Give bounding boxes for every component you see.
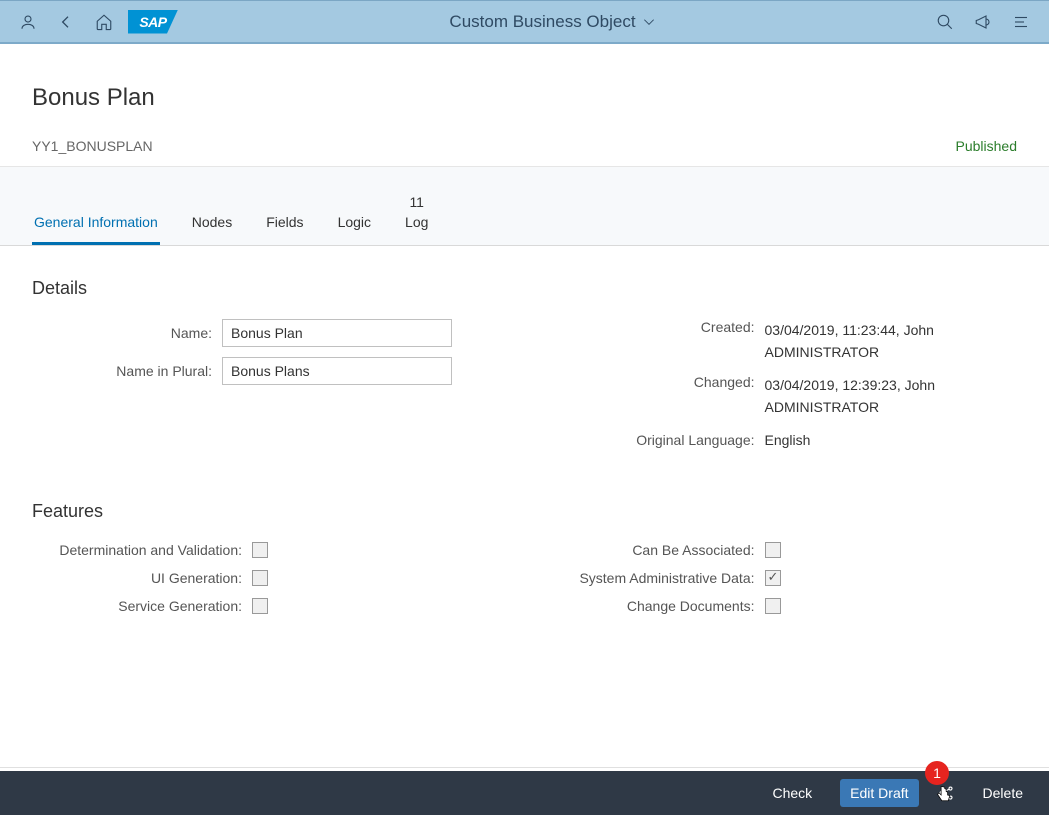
shell-title[interactable]: Custom Business Object — [178, 12, 927, 32]
shell-header: SAP Custom Business Object — [0, 0, 1049, 44]
features-grid: Determination and Validation: UI Generat… — [32, 542, 1017, 626]
tab-label: Fields — [266, 214, 303, 230]
technical-id: YY1_BONUSPLAN — [32, 138, 153, 154]
details-grid: Name: Name in Plural: Created: 03/04/201… — [32, 319, 1017, 461]
label-changed: Changed: — [545, 374, 765, 390]
page-title: Bonus Plan — [32, 84, 1017, 112]
shell-right — [927, 4, 1039, 40]
checkbox-ui-gen[interactable] — [252, 570, 268, 586]
checkbox-det-val[interactable] — [252, 542, 268, 558]
section-details: Details Name: Name in Plural: Created: 0… — [32, 278, 1017, 461]
tab-label: Nodes — [192, 214, 232, 230]
feat-row-chg-docs: Change Documents: — [545, 598, 1018, 614]
details-right: Created: 03/04/2019, 11:23:44, John ADMI… — [545, 319, 1018, 461]
tab-label: Logic — [338, 214, 371, 230]
checkbox-can-assoc[interactable] — [765, 542, 781, 558]
feat-row-sys-admin: System Administrative Data: — [545, 570, 1018, 586]
section-title: Features — [32, 501, 1017, 522]
label-chg-docs: Change Documents: — [545, 598, 765, 614]
label-det-val: Determination and Validation: — [32, 542, 252, 558]
notification-badge: 1 — [925, 761, 949, 785]
label-svc-gen: Service Generation: — [32, 598, 252, 614]
label-plural: Name in Plural: — [32, 363, 222, 379]
label-sys-admin: System Administrative Data: — [545, 570, 765, 586]
label-orig-lang: Original Language: — [545, 432, 765, 448]
home-icon[interactable] — [86, 4, 122, 40]
tab-general-information[interactable]: General Information — [32, 167, 160, 245]
section-features: Features Determination and Validation: U… — [32, 501, 1017, 626]
form-row-name: Name: — [32, 319, 505, 347]
form-row-changed: Changed: 03/04/2019, 12:39:23, John ADMI… — [545, 374, 1018, 419]
tab-logic[interactable]: Logic — [336, 167, 373, 245]
tab-nodes[interactable]: Nodes — [190, 167, 234, 245]
checkbox-sys-admin[interactable] — [765, 570, 781, 586]
menu-icon[interactable] — [1003, 4, 1039, 40]
share-icon[interactable] — [937, 784, 955, 802]
label-created: Created: — [545, 319, 765, 335]
search-icon[interactable] — [927, 4, 963, 40]
value-changed: 03/04/2019, 12:39:23, John ADMINISTRATOR — [765, 374, 1018, 419]
edit-draft-button[interactable]: Edit Draft — [840, 779, 918, 807]
object-sub-row: YY1_BONUSPLAN Published — [32, 138, 1017, 154]
value-created: 03/04/2019, 11:23:44, John ADMINISTRATOR — [765, 319, 1018, 364]
object-header: Bonus Plan YY1_BONUSPLAN Published — [0, 44, 1049, 166]
status-badge: Published — [956, 138, 1018, 154]
form-row-plural: Name in Plural: — [32, 357, 505, 385]
tab-label: General Information — [34, 214, 158, 230]
back-icon[interactable] — [48, 4, 84, 40]
feat-row-svc-gen: Service Generation: — [32, 598, 505, 614]
name-field[interactable] — [222, 319, 452, 347]
check-button[interactable]: Check — [762, 779, 822, 807]
label-can-assoc: Can Be Associated: — [545, 542, 765, 558]
checkbox-svc-gen[interactable] — [252, 598, 268, 614]
chevron-down-icon — [642, 15, 656, 29]
tab-fields[interactable]: Fields — [264, 167, 305, 245]
label-ui-gen: UI Generation: — [32, 570, 252, 586]
user-icon[interactable] — [10, 4, 46, 40]
details-left: Name: Name in Plural: — [32, 319, 505, 461]
delete-button[interactable]: Delete — [973, 779, 1033, 807]
announcement-icon[interactable] — [965, 4, 1001, 40]
features-left: Determination and Validation: UI Generat… — [32, 542, 505, 626]
feat-row-can-assoc: Can Be Associated: — [545, 542, 1018, 558]
anchor-bar: General Information Nodes Fields Logic 1… — [0, 166, 1049, 246]
content: Details Name: Name in Plural: Created: 0… — [0, 246, 1049, 698]
feat-row-ui-gen: UI Generation: — [32, 570, 505, 586]
shell-title-text: Custom Business Object — [449, 12, 635, 32]
form-row-created: Created: 03/04/2019, 11:23:44, John ADMI… — [545, 319, 1018, 364]
sap-logo: SAP — [128, 10, 178, 34]
shell-left: SAP — [10, 4, 178, 40]
value-orig-lang: English — [765, 429, 1018, 451]
footer-toolbar: Check Edit Draft Delete — [0, 771, 1049, 815]
feat-row-det-val: Determination and Validation: — [32, 542, 505, 558]
checkbox-chg-docs[interactable] — [765, 598, 781, 614]
plural-field[interactable] — [222, 357, 452, 385]
tab-count: 11 — [409, 194, 424, 210]
form-row-orig-lang: Original Language: English — [545, 429, 1018, 451]
section-title: Details — [32, 278, 1017, 299]
label-name: Name: — [32, 325, 222, 341]
features-right: Can Be Associated: System Administrative… — [545, 542, 1018, 626]
tab-label: Log — [405, 214, 428, 230]
tab-log[interactable]: 11 Log — [403, 167, 430, 245]
